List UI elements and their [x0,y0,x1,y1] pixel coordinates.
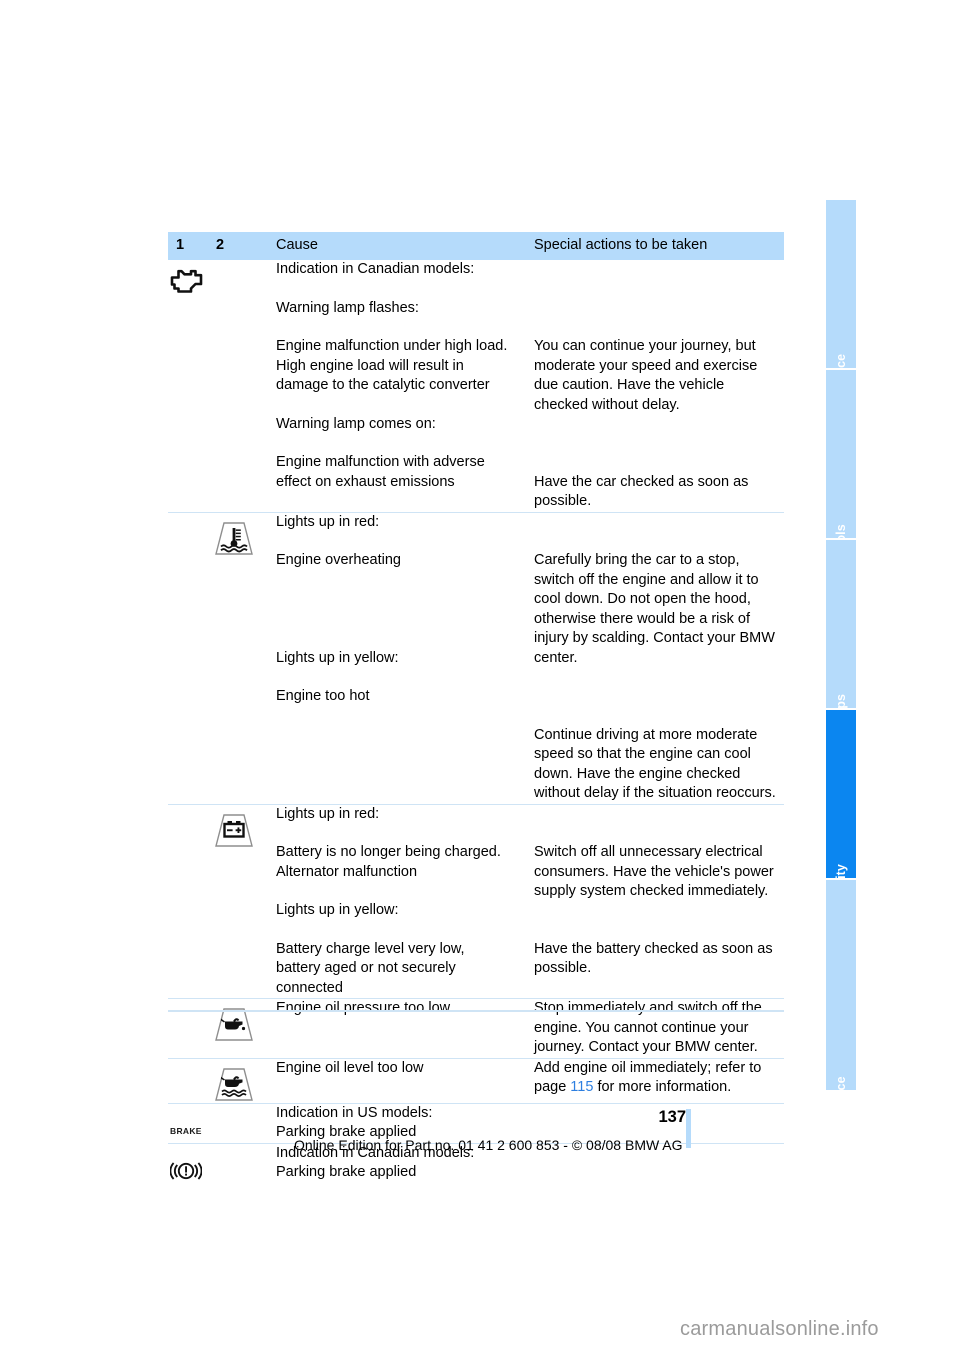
action-text: Stop immediately and switch off the engi… [534,1000,762,1055]
sidebar-tab-reference[interactable]: Reference [826,880,856,1090]
table-row: Lights up in red: Battery is no longer b… [168,803,784,999]
action-cell: Carefully bring the car to a stop, switc… [526,511,784,804]
icon-cell-col2 [206,511,268,804]
action-text: Have the battery checked as soon as poss… [534,940,773,977]
action-cell: Stop immediately and switch off the engi… [526,998,784,1058]
action-text-rich: Add engine oil immediately; refer to pag… [534,1059,778,1098]
action-text: You can continue your journey, but moder… [534,338,758,413]
sidebar-tab-label: Controls [826,524,856,538]
cause-text: Engine overheating [276,552,401,568]
header-special-actions: Special actions to be taken [526,232,784,260]
cause-text: Lights up in red: [276,805,380,822]
cause-text: Engine malfunction with adverse effect o… [276,454,485,490]
header-col-1: 1 [168,232,206,260]
site-watermark: carmanualsonline.info [680,1318,879,1340]
cause-text: Lights up in yellow: [276,649,399,666]
table-header-row: 1 2 Cause Special actions to be taken [168,232,784,260]
action-cell: You can continue your journey, but moder… [526,260,784,512]
action-text: Switch off all unnecessary electrical co… [534,844,774,899]
footer-accent-bar [686,1109,691,1148]
cause-text: Engine oil pressure too low [276,1000,451,1016]
table-bottom-rule [168,1010,784,1012]
cause-cell: Engine oil level too low [268,1057,526,1103]
oil-level-icon [212,1067,268,1103]
sidebar-tab-mobility[interactable]: Mobility [826,710,856,878]
sidebar-tab-controls[interactable]: Controls [826,370,856,538]
oil-pressure-icon [212,1007,268,1043]
icon-cell-col1 [168,1142,206,1190]
icon-cell-col1: BRAKE [168,1102,206,1143]
edition-note: Online Edition for Part no. 01 41 2 600 … [294,1137,683,1153]
table-row: Engine oil level too low Add engine oil … [168,1057,784,1103]
icon-cell-col2 [206,1102,268,1143]
cause-text: Engine too hot [276,688,370,704]
manual-page: At a glance Controls Driving tips Mobili… [0,0,960,1358]
icon-cell-col1 [168,260,206,512]
sidebar-tab-label: Driving tips [826,694,856,708]
section-tabs-sidebar: At a glance Controls Driving tips Mobili… [826,200,856,1090]
brake-text-icon: BRAKE [170,1125,202,1136]
table-row: Indication in Canadian models: Warning l… [168,260,784,512]
cause-cell: Lights up in red: Battery is no longer b… [268,803,526,999]
action-text: Carefully bring the car to a stop, switc… [534,552,775,666]
table-row: Engine oil pressure too low Stop immedia… [168,998,784,1058]
icon-cell-col1 [168,1057,206,1103]
cause-cell: Engine oil pressure too low [268,998,526,1058]
sidebar-tab-label: Mobility [826,864,856,878]
icon-cell-col2 [206,998,268,1058]
sidebar-tab-label: Reference [826,1076,856,1090]
header-cause: Cause [268,232,526,260]
cause-text: Lights up in red: [276,513,380,530]
cause-text: Indication in Canadian models: [276,261,475,277]
action-text: Continue driving at more moderate speed … [534,726,776,802]
cause-cell: Indication in Canadian models: Warning l… [268,260,526,512]
icon-cell-col2 [206,1142,268,1190]
cause-text: Indication in US models: [276,1104,433,1121]
cause-cell: Lights up in red: Engine overheating Lig… [268,511,526,804]
header-col-2: 2 [206,232,268,260]
brake-warning-icon [169,1152,203,1184]
action-text: Have the car checked as soon as possible… [534,473,749,510]
battery-charge-icon [212,813,268,849]
cause-text: Lights up in yellow: [276,902,399,918]
action-cell: Switch off all unnecessary electrical co… [526,803,784,999]
page-number: 137 [658,1108,686,1126]
sidebar-tab-driving-tips[interactable]: Driving tips [826,540,856,708]
icon-cell-col2 [206,260,268,512]
cause-text: Battery is no longer being charged. Alte… [276,844,501,880]
icon-cell-col1 [168,511,206,804]
action-cell: Add engine oil immediately; refer to pag… [526,1057,784,1103]
icon-cell-col2 [206,1057,268,1103]
sidebar-tab-at-a-glance[interactable]: At a glance [826,200,856,368]
coolant-temperature-icon [212,521,268,557]
table-row: Lights up in red: Engine overheating Lig… [168,511,784,804]
warning-lamps-table-container: 1 2 Cause Special actions to be taken In… [168,232,784,1190]
cause-text: Warning lamp flashes: [276,299,419,316]
cause-text: Engine malfunction under high load. High… [276,338,508,393]
cause-text: Warning lamp comes on: [276,415,436,432]
icon-cell-col2 [206,803,268,999]
cause-text: Battery charge level very low, battery a… [276,940,465,996]
cause-text: Parking brake applied [276,1164,417,1180]
warning-lamps-table: 1 2 Cause Special actions to be taken In… [168,232,784,1190]
sidebar-tab-label: At a glance [826,354,856,368]
cause-text: Engine oil level too low [276,1059,424,1076]
icon-cell-col1 [168,803,206,999]
page-reference-link[interactable]: 115 [570,1079,593,1095]
action-text-after: for more information. [593,1079,732,1095]
icon-cell-col1 [168,998,206,1058]
check-engine-icon [170,268,206,294]
